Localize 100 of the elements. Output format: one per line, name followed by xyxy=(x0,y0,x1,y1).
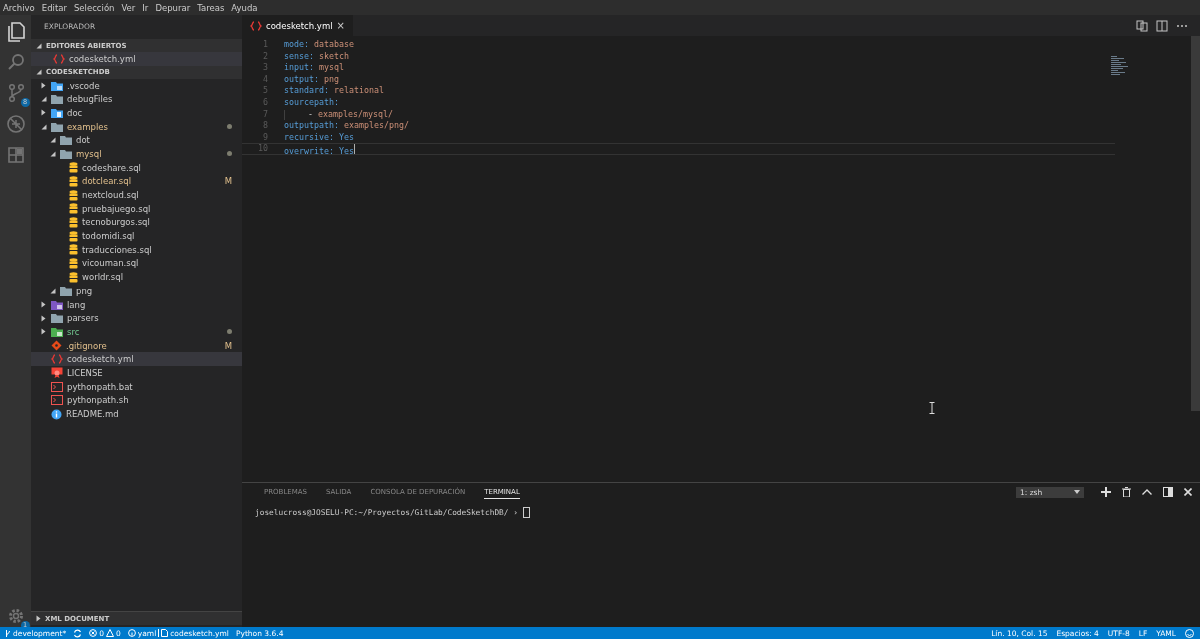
file-name: traducciones.sql xyxy=(82,244,152,255)
tree-item[interactable]: dotclear.sql M xyxy=(31,174,242,189)
menu-item[interactable]: Selección xyxy=(73,2,115,13)
database-icon xyxy=(69,189,78,201)
file-name: .gitignore xyxy=(66,340,107,351)
file-name: codesketch.yml xyxy=(67,354,134,365)
expanded-icon xyxy=(36,69,42,76)
file-name: examples xyxy=(67,121,108,132)
expanded-icon xyxy=(36,42,42,49)
tree-item[interactable]: codeshare.sql xyxy=(31,160,242,175)
tree-item[interactable]: nextcloud.sql xyxy=(31,188,242,202)
menu-item[interactable]: Ayuda xyxy=(231,2,258,13)
tree-item[interactable]: png xyxy=(31,284,242,298)
status-dot xyxy=(227,151,232,157)
menu-item[interactable]: Editar xyxy=(41,2,67,13)
file-name: png xyxy=(76,285,93,296)
status-dot xyxy=(227,329,232,335)
file-name: lang xyxy=(67,299,86,310)
collapsed-icon xyxy=(41,82,46,90)
terminal-cursor xyxy=(522,507,530,518)
folder-icon xyxy=(60,285,72,296)
status-letter: M xyxy=(224,340,232,351)
status-letter: M xyxy=(224,176,232,187)
tree-item[interactable]: worldr.sql xyxy=(31,270,242,284)
folder-icon xyxy=(51,121,63,132)
code-line: sourcepath: xyxy=(284,97,339,108)
tree-item[interactable]: pythonpath.bat xyxy=(31,379,242,394)
tree-item[interactable]: debugFiles xyxy=(31,92,242,107)
open-editor-item[interactable]: codesketch.yml xyxy=(31,52,242,66)
split-editor-icon xyxy=(1156,19,1168,32)
file-name: src xyxy=(67,326,80,337)
settings-icon xyxy=(6,607,25,625)
file-name: pruebajuego.sql xyxy=(82,203,151,214)
file-name: vicouman.sql xyxy=(82,258,139,269)
file-name: .vscode xyxy=(67,80,100,91)
code-line: overwrite: Yes xyxy=(284,144,355,154)
sync-icon xyxy=(73,628,83,638)
tree-item[interactable]: parsers xyxy=(31,311,242,326)
code-line: recursive: Yes xyxy=(284,132,354,143)
tab-title: codesketch.yml xyxy=(266,20,333,31)
menu-item[interactable]: Depurar xyxy=(155,2,191,13)
text-cursor-icon xyxy=(929,402,935,414)
scrollbar[interactable] xyxy=(1191,36,1200,411)
expanded-icon xyxy=(41,96,47,103)
editor-tab[interactable]: codesketch.yml × xyxy=(242,15,353,36)
menu-item[interactable]: Archivo xyxy=(3,2,35,13)
tree-item[interactable]: LICENSE xyxy=(31,366,242,380)
warning-icon xyxy=(106,629,114,637)
diamond-icon xyxy=(51,340,62,352)
tree-item[interactable]: pythonpath.sh xyxy=(31,393,242,408)
tree-item[interactable]: mysql xyxy=(31,147,242,161)
file-name: parsers xyxy=(67,313,99,324)
file-name: debugFiles xyxy=(67,94,113,105)
tree-item[interactable]: doc xyxy=(31,106,242,120)
menu-item[interactable]: Tareas xyxy=(197,2,225,13)
tree-item[interactable]: dot xyxy=(31,133,242,148)
code-line: mode: database xyxy=(284,40,354,50)
compare-icon xyxy=(1136,19,1148,32)
code-line: output: png xyxy=(284,74,339,85)
tree-item[interactable]: README.md xyxy=(31,407,242,421)
file-name: doc xyxy=(67,107,83,118)
tree-item[interactable]: vicouman.sql xyxy=(31,256,242,271)
tree-item[interactable]: pruebajuego.sql xyxy=(31,201,242,216)
dropdown-icon xyxy=(1074,490,1080,494)
tree-item[interactable]: tecnoburgos.sql xyxy=(31,215,242,230)
file-name: README.md xyxy=(66,409,119,420)
collapsed-icon xyxy=(36,615,41,622)
close-button[interactable]: × xyxy=(336,20,345,31)
code-line: standard: relational xyxy=(284,86,384,96)
collapsed-icon xyxy=(41,109,46,117)
tree-item[interactable]: examples xyxy=(31,119,242,134)
tree-item[interactable]: .vscode xyxy=(31,78,242,93)
folder-icon xyxy=(51,80,63,91)
code-line: sense: sketch xyxy=(284,51,349,62)
menu-item[interactable]: Ver xyxy=(121,2,136,13)
tree-item[interactable]: todomidi.sql xyxy=(31,229,242,243)
folder-icon xyxy=(60,135,72,146)
database-icon xyxy=(69,244,78,256)
database-icon xyxy=(69,216,78,228)
terminal-icon xyxy=(51,395,63,406)
close-icon xyxy=(1184,488,1192,496)
file-name: tecnoburgos.sql xyxy=(82,217,150,228)
smiley-icon xyxy=(1185,628,1194,638)
code-line: outputpath: examples/png/ xyxy=(284,121,409,131)
menu-item[interactable]: Ir xyxy=(142,2,149,13)
tree-item[interactable]: traducciones.sql xyxy=(31,242,242,257)
tree-item[interactable]: codesketch.yml xyxy=(31,352,242,367)
tree-item[interactable]: lang xyxy=(31,297,242,312)
tree-item[interactable]: src xyxy=(31,325,242,339)
file-name: nextcloud.sql xyxy=(82,190,139,201)
file-name: LICENSE xyxy=(67,367,103,378)
tree-item[interactable]: .gitignore M xyxy=(31,338,242,353)
database-icon xyxy=(69,203,78,215)
debug-icon xyxy=(4,113,27,135)
activity-button[interactable] xyxy=(4,113,27,135)
panel-layout-icon xyxy=(1163,487,1173,497)
file-name: pythonpath.sh xyxy=(67,395,129,406)
folder-icon xyxy=(51,313,63,324)
file-icon xyxy=(161,629,169,637)
folder-icon xyxy=(51,107,63,118)
